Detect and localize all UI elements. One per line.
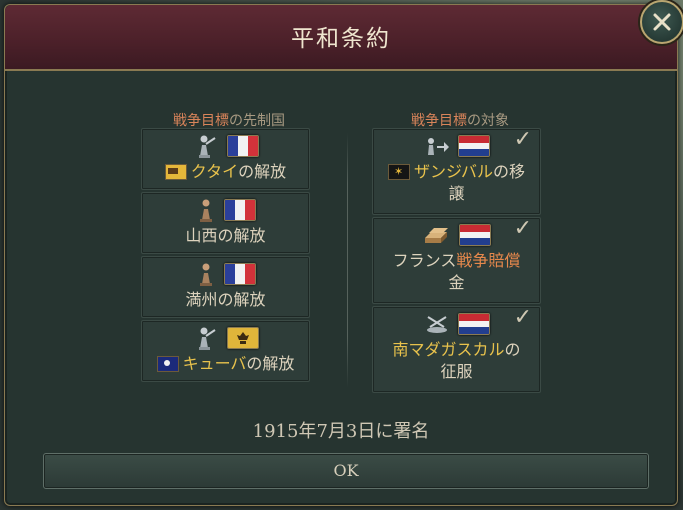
left-header-strong: 戦争目標 <box>173 113 229 129</box>
pawn-pointing-icon <box>198 135 216 158</box>
netherlands-flag-icon <box>458 224 491 246</box>
target-text: フランス戦争賠償 金 <box>392 251 521 292</box>
wargoal-card-shanxi[interactable]: 山西の解放 <box>141 192 310 254</box>
check-icon: ✓ <box>513 216 532 241</box>
wargoal-card-manchuria[interactable]: 満州の解放 <box>141 256 310 318</box>
wargoal-text: 山西の解放 <box>185 226 266 245</box>
right-header-weak: の対象 <box>467 113 509 129</box>
netherlands-flag-icon <box>457 313 490 335</box>
target-card-zanzibar[interactable]: ✓ ✶ ザンジバルの移 譲 <box>372 127 541 215</box>
netherlands-flag-icon <box>457 135 490 157</box>
ok-button[interactable]: OK <box>43 453 649 489</box>
wargoal-text: クタイの解放 <box>146 161 305 183</box>
close-button[interactable] <box>640 0 683 44</box>
france-flag-icon <box>223 199 256 221</box>
left-header-weak: の先制国 <box>229 113 285 129</box>
dialog-title: 平和条約 <box>291 26 391 52</box>
title-bar: 平和条約 <box>5 5 677 71</box>
kutai-flag-icon <box>164 163 187 180</box>
cuba-flag-icon <box>156 355 179 372</box>
column-divider <box>347 133 348 388</box>
wargoal-text: 満州の解放 <box>185 290 266 309</box>
pawn-icon <box>199 199 212 222</box>
check-icon: ✓ <box>513 305 532 330</box>
wargoal-card-kutai[interactable]: クタイの解放 <box>141 128 310 190</box>
pawn-icon <box>199 263 212 286</box>
pawn-pointing-icon <box>198 327 216 350</box>
transfer-icon <box>427 138 449 155</box>
peace-treaty-dialog: 平和条約 戦争目標の先制国 戦争目標の対象 クタイの解放 山西の解放 満州の解放… <box>4 4 678 506</box>
france-flag-icon <box>223 263 256 285</box>
target-text: ✶ ザンジバルの移 譲 <box>377 161 536 205</box>
france-flag-icon <box>226 135 259 157</box>
wargoal-text: キューバの解放 <box>146 353 305 375</box>
signed-date-text: 1915年7月3日に署名 <box>252 421 430 442</box>
target-card-madagascar[interactable]: ✓ 南マダガスカルの 征服 <box>372 305 541 393</box>
wargoal-card-cuba[interactable]: キューバの解放 <box>141 320 310 382</box>
imperial-gold-flag-icon <box>226 327 259 349</box>
right-header-strong: 戦争目標 <box>411 113 467 129</box>
target-card-reparations[interactable]: ✓ フランス戦争賠償 金 <box>372 216 541 304</box>
target-text: 南マダガスカルの 征服 <box>392 340 521 381</box>
left-column-header: 戦争目標の先制国 <box>144 110 314 130</box>
close-icon <box>653 13 671 31</box>
conquest-icon <box>426 316 447 333</box>
zanzibar-flag-icon: ✶ <box>387 163 410 180</box>
reparations-icon <box>424 228 448 243</box>
check-icon: ✓ <box>513 127 532 152</box>
